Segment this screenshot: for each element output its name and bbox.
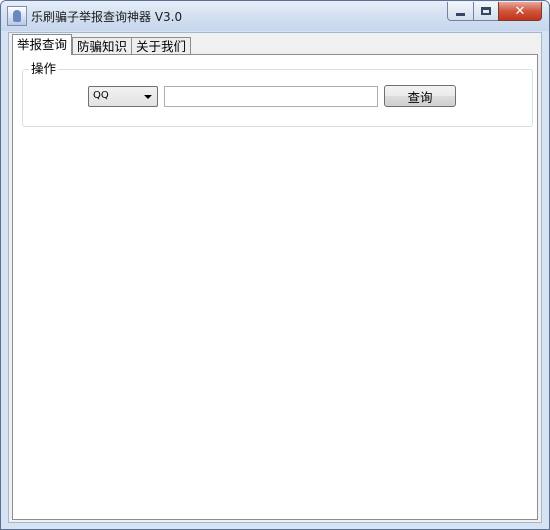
tab-strip: 举报查询 防骗知识 关于我们	[12, 34, 192, 55]
tab-report-query[interactable]: 举报查询	[12, 34, 73, 55]
chevron-down-icon	[144, 95, 152, 99]
query-input[interactable]	[164, 86, 378, 107]
title-bar[interactable]: 乐刷骗子举报查询神器 V3.0 ✕	[1, 1, 549, 31]
account-type-value: QQ	[93, 90, 109, 101]
maximize-button[interactable]	[473, 2, 499, 21]
maximize-icon	[481, 7, 491, 15]
operation-groupbox: 操作 QQ 查询	[22, 62, 533, 127]
close-button[interactable]: ✕	[498, 2, 542, 21]
close-icon: ✕	[514, 3, 526, 19]
tab-about-us[interactable]: 关于我们	[131, 37, 192, 55]
query-button[interactable]: 查询	[384, 85, 456, 107]
app-window: 乐刷骗子举报查询神器 V3.0 ✕ 举报查询 防骗知识 关于我们 操作 QQ 查…	[0, 0, 550, 530]
app-icon[interactable]	[7, 6, 27, 26]
tab-anti-fraud-knowledge[interactable]: 防骗知识	[72, 37, 133, 55]
minimize-button[interactable]	[447, 2, 474, 21]
group-label: 操作	[29, 61, 59, 76]
window-title: 乐刷骗子举报查询神器 V3.0	[31, 10, 183, 24]
tab-panel-report-query: 操作 QQ 查询	[12, 54, 538, 520]
account-type-select[interactable]: QQ	[88, 86, 158, 107]
client-area: 举报查询 防骗知识 关于我们 操作 QQ 查询	[8, 32, 542, 523]
minimize-icon	[456, 12, 465, 16]
